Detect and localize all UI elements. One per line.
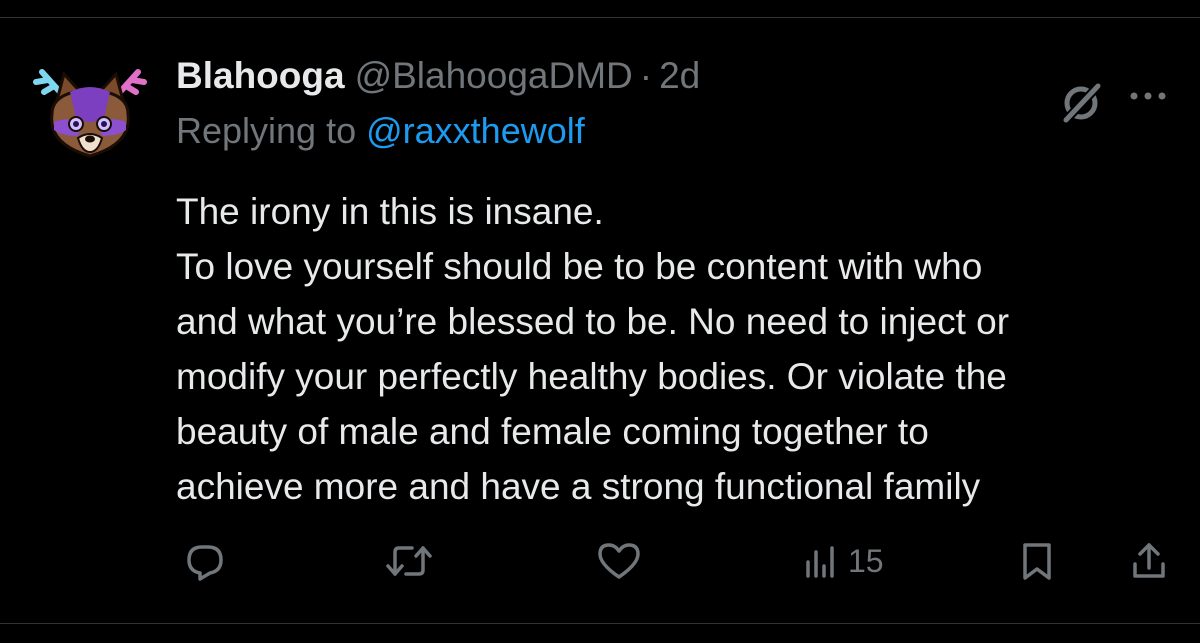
tweet-line: The irony in this is insane.: [176, 191, 604, 232]
separator: ·: [639, 55, 653, 96]
tweet-line: achieve more and have a strong functiona…: [176, 466, 981, 507]
tweet-line: modify your perfectly healthy bodies. Or…: [176, 356, 1007, 397]
bookmark-icon: [1016, 540, 1058, 582]
user-handle[interactable]: @BlahoogaDMD: [355, 55, 633, 97]
timestamp[interactable]: 2d: [659, 55, 700, 97]
tweet-header: Blahooga @BlahoogaDMD · 2d: [176, 52, 700, 100]
heart-icon: [596, 540, 642, 582]
tweet-line: To love yourself should be to be content…: [176, 246, 983, 287]
display-name[interactable]: Blahooga: [176, 55, 345, 97]
views-icon: [802, 540, 838, 582]
divider-top: [0, 17, 1200, 18]
divider-bottom: [0, 623, 1200, 624]
repost-icon: [384, 540, 434, 582]
share-button[interactable]: [1128, 540, 1170, 582]
reply-icon: [184, 540, 226, 582]
grok-icon[interactable]: [1058, 78, 1106, 126]
bookmark-button[interactable]: [1016, 540, 1058, 582]
views-button[interactable]: 15: [802, 540, 884, 582]
views-count: 15: [848, 542, 884, 579]
avatar[interactable]: [30, 52, 150, 172]
replying-prefix: Replying to: [176, 110, 367, 151]
like-button[interactable]: [596, 540, 642, 582]
reply-button[interactable]: [184, 540, 226, 582]
repost-button[interactable]: [384, 540, 434, 582]
more-options-icon[interactable]: [1128, 86, 1168, 106]
replying-to: Replying to @raxxthewolf: [176, 110, 585, 152]
tweet-line: beauty of male and female coming togethe…: [176, 411, 929, 452]
tweet-text: The irony in this is insane. To love you…: [176, 184, 1181, 514]
tweet-line: and what you’re blessed to be. No need t…: [176, 301, 1010, 342]
share-icon: [1128, 540, 1170, 582]
replying-to-handle[interactable]: @raxxthewolf: [366, 110, 585, 151]
